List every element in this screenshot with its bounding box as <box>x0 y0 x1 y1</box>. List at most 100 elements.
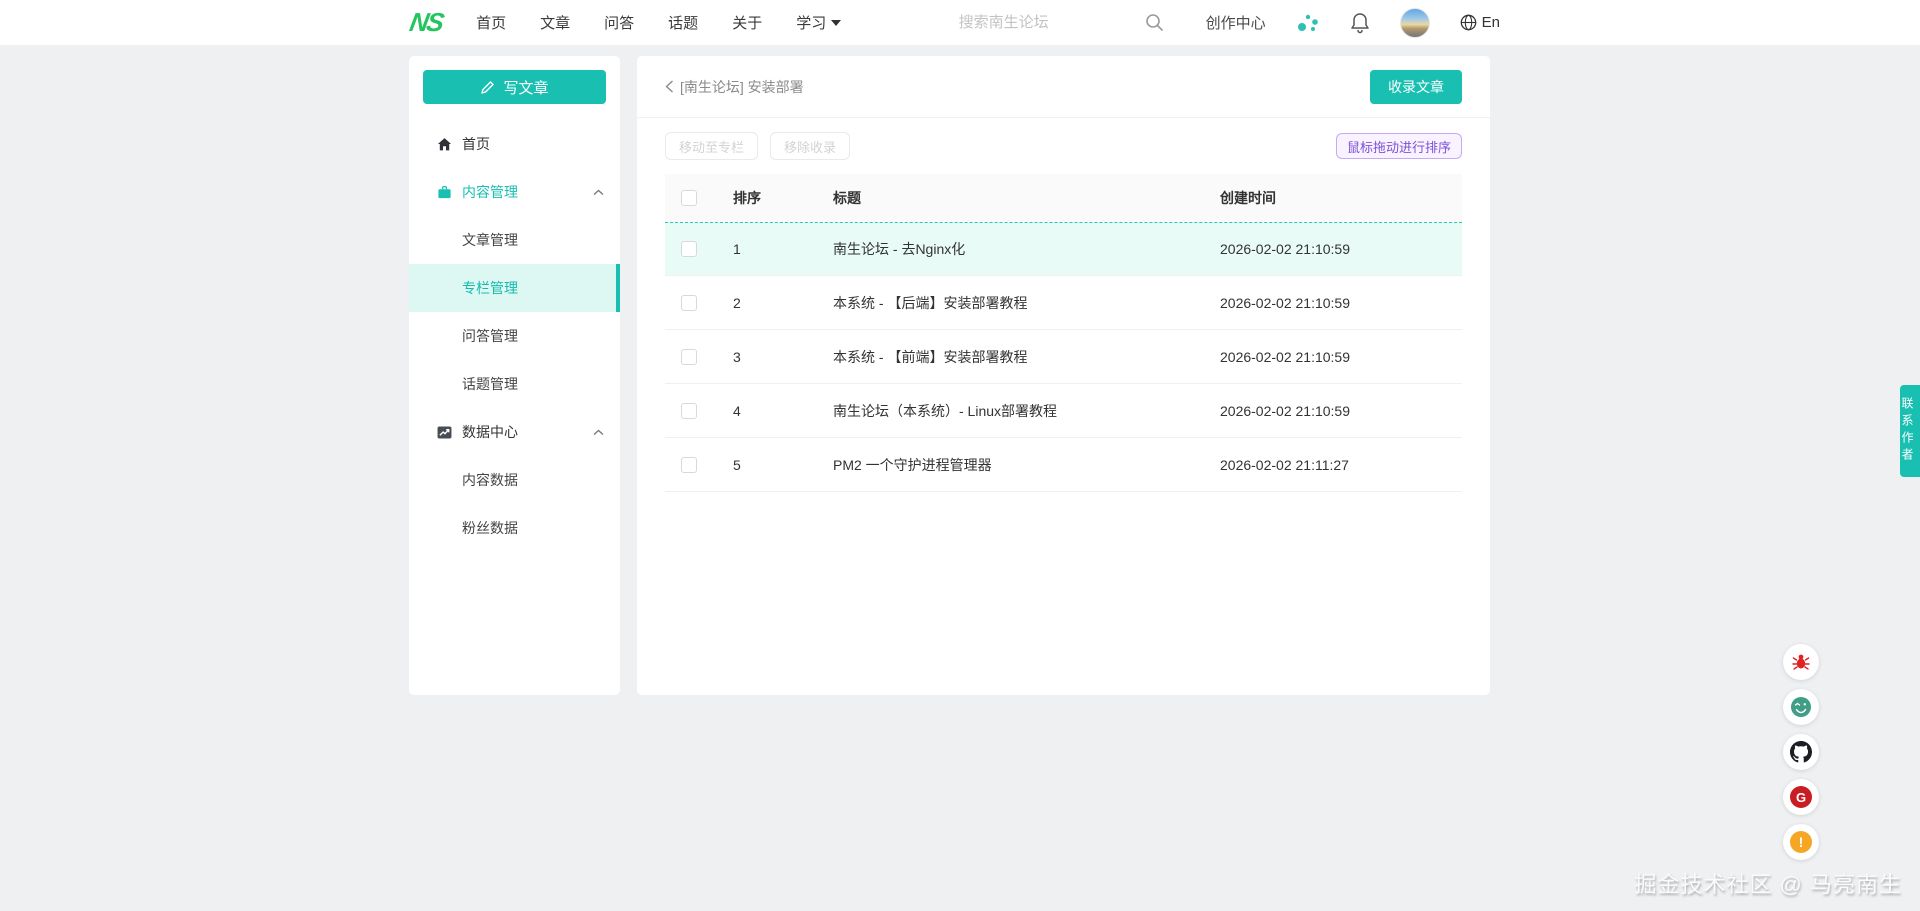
sidebar-item-home[interactable]: 首页 <box>409 120 620 168</box>
top-navbar: NS 首页 文章 问答 话题 关于 学习 创作中心 En <box>0 0 1920 45</box>
chevron-up-icon <box>593 429 604 436</box>
sidebar-item-label: 问答管理 <box>462 326 518 346</box>
row-checkbox[interactable] <box>681 241 697 257</box>
nav-dropdown-learn[interactable]: 学习 <box>796 12 841 33</box>
nav-link-about[interactable]: 关于 <box>732 12 762 33</box>
sidebar-item-content-data[interactable]: 内容数据 <box>409 456 620 504</box>
bug-icon[interactable] <box>1783 644 1819 680</box>
remove-collect-button[interactable]: 移除收录 <box>770 132 850 160</box>
chevron-up-icon <box>593 189 604 196</box>
navbar-right-cluster: 创作中心 En <box>1206 8 1500 38</box>
smiley-icon[interactable] <box>1783 689 1819 725</box>
row-title: 南生论坛 - 去Nginx化 <box>817 239 1204 259</box>
sidebar-group-label: 数据中心 <box>462 422 518 442</box>
globe-icon <box>1460 14 1477 31</box>
caret-down-icon <box>831 20 841 26</box>
table-row[interactable]: 3 本系统 - 【前端】安装部署教程 2026-02-02 21:10:59 <box>665 330 1462 384</box>
sidebar-item-qa-management[interactable]: 问答管理 <box>409 312 620 360</box>
notifications-bell-icon[interactable] <box>1350 12 1370 34</box>
row-checkbox[interactable] <box>681 457 697 473</box>
row-created: 2026-02-02 21:10:59 <box>1204 349 1462 365</box>
move-to-column-button[interactable]: 移动至专栏 <box>665 132 758 160</box>
row-title: PM2 一个守护进程管理器 <box>817 455 1204 475</box>
row-order: 1 <box>717 241 817 257</box>
main-header: [南生论坛] 安装部署 收录文章 <box>637 56 1490 118</box>
row-created: 2026-02-02 21:11:27 <box>1204 457 1462 473</box>
search-box <box>959 13 1164 32</box>
gitee-icon[interactable]: G <box>1783 779 1819 815</box>
select-all-checkbox[interactable] <box>681 190 697 206</box>
language-switcher[interactable]: En <box>1460 14 1500 31</box>
sidebar-item-label: 话题管理 <box>462 374 518 394</box>
search-input[interactable] <box>959 14 1129 31</box>
write-article-button[interactable]: 写文章 <box>423 70 606 104</box>
sidebar-item-article-management[interactable]: 文章管理 <box>409 216 620 264</box>
nav-link-qa[interactable]: 问答 <box>604 12 634 33</box>
breadcrumb-title: [南生论坛] 安装部署 <box>680 77 804 97</box>
row-order: 5 <box>717 457 817 473</box>
watermark: 掘金技术社区 @ 马亮南生 <box>1634 867 1902 899</box>
nav-dropdown-learn-label: 学习 <box>796 12 826 33</box>
articles-table: 排序 标题 创建时间 1 南生论坛 - 去Nginx化 2026-02-02 2… <box>665 174 1462 492</box>
write-article-label: 写文章 <box>503 77 548 98</box>
nav-link-topics[interactable]: 话题 <box>668 12 698 33</box>
sidebar-item-label: 内容数据 <box>462 470 518 490</box>
sidebar-item-topic-management[interactable]: 话题管理 <box>409 360 620 408</box>
collect-article-button[interactable]: 收录文章 <box>1370 70 1462 104</box>
row-created: 2026-02-02 21:10:59 <box>1204 403 1462 419</box>
nav-link-home[interactable]: 首页 <box>476 12 506 33</box>
search-icon[interactable] <box>1145 13 1164 32</box>
column-header-order: 排序 <box>717 188 817 208</box>
row-title: 本系统 - 【前端】安装部署教程 <box>817 347 1204 367</box>
table-row[interactable]: 5 PM2 一个守护进程管理器 2026-02-02 21:11:27 <box>665 438 1462 492</box>
toolbox-icon <box>436 184 452 200</box>
row-order: 2 <box>717 295 817 311</box>
row-order: 3 <box>717 349 817 365</box>
back-chevron-icon <box>665 80 674 93</box>
sidebar-group-label: 内容管理 <box>462 182 518 202</box>
column-header-created: 创建时间 <box>1204 188 1462 208</box>
nav-link-articles[interactable]: 文章 <box>540 12 570 33</box>
row-checkbox[interactable] <box>681 295 697 311</box>
table-row[interactable]: 2 本系统 - 【后端】安装部署教程 2026-02-02 21:10:59 <box>665 276 1462 330</box>
sidebar: 写文章 首页 内容管理 文章管理 专栏管理 问答管理 话题管理 数据中心 <box>409 56 620 695</box>
contact-author-tab[interactable]: 联系作者 <box>1900 385 1920 477</box>
table-row[interactable]: 1 南生论坛 - 去Nginx化 2026-02-02 21:10:59 <box>665 222 1462 276</box>
row-created: 2026-02-02 21:10:59 <box>1204 295 1462 311</box>
row-checkbox[interactable] <box>681 349 697 365</box>
sidebar-group-content-management[interactable]: 内容管理 <box>409 168 620 216</box>
nav-links: 首页 文章 问答 话题 关于 学习 <box>476 12 841 33</box>
table-header-row: 排序 标题 创建时间 <box>665 174 1462 222</box>
row-order: 4 <box>717 403 817 419</box>
column-header-title: 标题 <box>817 188 1204 208</box>
warning-icon[interactable]: ! <box>1783 824 1819 860</box>
row-checkbox[interactable] <box>681 403 697 419</box>
table-row[interactable]: 4 南生论坛（本系统）- Linux部署教程 2026-02-02 21:10:… <box>665 384 1462 438</box>
warning-glyph: ! <box>1790 831 1812 853</box>
row-created: 2026-02-02 21:10:59 <box>1204 241 1462 257</box>
pencil-icon <box>480 80 495 95</box>
sidebar-item-label: 专栏管理 <box>462 278 518 298</box>
creator-center-link[interactable]: 创作中心 <box>1206 12 1266 33</box>
user-avatar[interactable] <box>1400 8 1430 38</box>
apps-dots-icon[interactable] <box>1296 12 1320 34</box>
drag-sort-hint-badge: 鼠标拖动进行排序 <box>1336 133 1462 159</box>
github-icon[interactable] <box>1783 734 1819 770</box>
sidebar-group-data-center[interactable]: 数据中心 <box>409 408 620 456</box>
floating-social-icons: G ! <box>1783 644 1819 860</box>
row-title: 本系统 - 【后端】安装部署教程 <box>817 293 1204 313</box>
breadcrumb[interactable]: [南生论坛] 安装部署 <box>665 77 804 97</box>
row-title: 南生论坛（本系统）- Linux部署教程 <box>817 401 1204 421</box>
trend-chart-icon <box>436 424 452 440</box>
site-logo[interactable]: NS <box>407 7 445 38</box>
main-panel: [南生论坛] 安装部署 收录文章 移动至专栏 移除收录 鼠标拖动进行排序 排序 … <box>637 56 1490 695</box>
table-toolbar: 移动至专栏 移除收录 鼠标拖动进行排序 <box>637 118 1490 172</box>
sidebar-item-label: 文章管理 <box>462 230 518 250</box>
gitee-glyph: G <box>1790 786 1812 808</box>
sidebar-item-fans-data[interactable]: 粉丝数据 <box>409 504 620 552</box>
sidebar-item-column-management[interactable]: 专栏管理 <box>409 264 620 312</box>
language-label: En <box>1482 14 1500 31</box>
home-icon <box>436 136 452 152</box>
sidebar-item-label: 首页 <box>462 134 490 154</box>
sidebar-item-label: 粉丝数据 <box>462 518 518 538</box>
